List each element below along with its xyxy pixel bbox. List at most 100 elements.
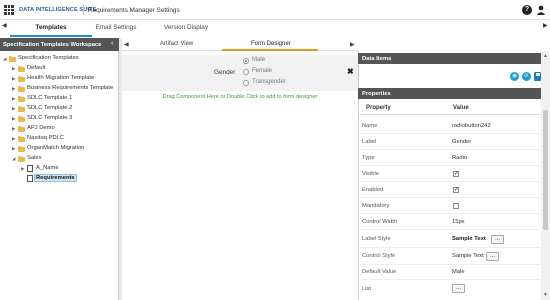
prop-control-width-value[interactable]: 15px	[452, 219, 465, 225]
tree-item[interactable]: SDLC Template 1	[27, 95, 72, 101]
prop-name-label: Name	[362, 123, 378, 129]
folder-icon	[18, 95, 25, 102]
prop-control-style-label: Control Style	[362, 253, 396, 259]
prop-label-style-value: Sample Text	[452, 236, 486, 242]
document-icon	[27, 175, 33, 182]
remove-field-icon[interactable]: ✖	[347, 67, 354, 76]
collapse-icon[interactable]: ▶	[12, 116, 15, 122]
save-icon[interactable]	[534, 72, 541, 81]
expand-icon[interactable]: ◢	[12, 156, 15, 162]
folder-icon	[9, 55, 16, 62]
folder-icon	[18, 65, 25, 72]
workspace-title: Specification Templates Workspace	[0, 38, 119, 51]
prop-enabled-label: Enabled	[362, 187, 384, 193]
folder-icon	[18, 155, 25, 162]
tree-item[interactable]: SDLC Template 3	[27, 115, 72, 121]
app-name: DATA INTELLIGENCE SUITE	[19, 7, 97, 13]
tab-scroll-left-icon[interactable]: ◀	[2, 22, 7, 29]
tree-item[interactable]: Health Migration Template	[27, 75, 94, 81]
collapse-icon[interactable]: ▶	[12, 96, 15, 102]
properties-header: Properties	[358, 88, 541, 99]
collapse-icon[interactable]: ▶	[12, 66, 15, 72]
folder-icon	[18, 85, 25, 92]
tab-artifact-view[interactable]: Artifact View	[160, 41, 193, 47]
tab-form-designer[interactable]: Form Designer	[251, 41, 291, 47]
prop-label-style-label: Label Style	[362, 236, 391, 242]
row-divider	[358, 213, 541, 214]
tree-item[interactable]: A_Name	[36, 165, 59, 171]
column-header-value: Value	[453, 105, 469, 111]
tab-scroll-right-icon[interactable]: ▶	[543, 22, 548, 29]
tree-root[interactable]: Specification Templates	[18, 55, 79, 61]
sub-tab-scroll-right-icon[interactable]: ▶	[350, 41, 355, 48]
prop-type-value: Radio	[452, 155, 468, 161]
tab-templates[interactable]: Templates	[10, 24, 92, 31]
tab-email-settings[interactable]: Email Settings	[92, 24, 140, 31]
collapse-icon[interactable]: ▶	[12, 106, 15, 112]
tree-item[interactable]: Default	[27, 65, 45, 71]
sub-tab-scroll-left-icon[interactable]: ◀	[124, 41, 129, 48]
tree-item[interactable]: Business Requirements Template	[27, 85, 113, 91]
collapse-icon[interactable]: ▶	[12, 136, 15, 142]
label-style-button[interactable]: ...	[491, 235, 504, 244]
scroll-down-icon[interactable]: ▼	[543, 292, 548, 298]
radio-transgender[interactable]	[243, 80, 249, 86]
document-icon	[27, 165, 33, 172]
folder-icon	[18, 115, 25, 122]
control-style-button[interactable]: ...	[486, 252, 499, 261]
prop-control-width-label: Control Width	[362, 219, 398, 225]
row-divider	[358, 247, 541, 248]
form-field-row[interactable]	[122, 55, 358, 91]
prop-name-value[interactable]: radiobutton242	[452, 123, 491, 129]
collapse-icon[interactable]: ▶	[12, 76, 15, 82]
collapse-icon[interactable]: ▶	[21, 166, 24, 172]
scroll-up-icon[interactable]: ▲	[543, 53, 548, 59]
radio-female[interactable]	[243, 69, 249, 75]
folder-icon	[18, 105, 25, 112]
list-button[interactable]: ...	[452, 284, 465, 293]
mandatory-checkbox[interactable]	[453, 203, 459, 209]
app-grid-icon[interactable]	[4, 5, 14, 15]
add-data-item-icon[interactable]: ◉	[510, 72, 519, 81]
folder-icon	[18, 125, 25, 132]
workspace-tree: ◢ Specification Templates ▶ Default ▶ He…	[0, 54, 119, 189]
header-divider	[83, 5, 84, 15]
tree-item-selected[interactable]: Requirements	[34, 174, 77, 182]
collapse-panel-icon[interactable]: ‹	[111, 40, 113, 47]
row-divider	[358, 165, 541, 166]
field-label: Gender	[214, 69, 236, 76]
tree-item[interactable]: OrganMatch Migration	[27, 145, 84, 151]
page-title: Requirements Manager Settings	[88, 6, 180, 14]
tree-item[interactable]: Sales	[27, 155, 42, 161]
visible-checkbox[interactable]: ✓	[453, 171, 459, 177]
row-divider	[358, 264, 541, 265]
enabled-checkbox[interactable]: ✓	[453, 187, 459, 193]
tree-item[interactable]: APJ Demo	[27, 125, 55, 131]
tree-item[interactable]: SDLC Template 2	[27, 105, 72, 111]
collapse-icon[interactable]: ▶	[12, 146, 15, 152]
radio-label: Male	[252, 57, 266, 63]
prop-label-value[interactable]: Gender	[452, 139, 471, 145]
prop-list-label: List	[362, 286, 372, 292]
tree-item[interactable]: Nasdaq PDLC	[27, 135, 64, 141]
help-icon[interactable]: ?	[522, 5, 532, 15]
folder-icon	[18, 135, 25, 142]
user-icon[interactable]	[536, 5, 546, 15]
active-tab-underline	[10, 35, 92, 37]
data-items-header: Data Items	[358, 53, 541, 64]
scrollbar-thumb[interactable]	[543, 110, 548, 230]
prop-visible-label: Visible	[362, 171, 379, 177]
prop-type-label: Type	[362, 155, 375, 161]
expand-icon[interactable]: ◢	[3, 56, 6, 62]
collapse-icon[interactable]: ▶	[12, 126, 15, 132]
radio-male[interactable]	[243, 58, 249, 64]
prop-control-style-value: Sample Text	[452, 253, 484, 259]
collapse-icon[interactable]: ▶	[12, 86, 15, 92]
refresh-icon[interactable]: ⟳	[522, 72, 531, 81]
tab-version-display[interactable]: Version Display	[160, 24, 212, 31]
prop-label-label: Label	[362, 139, 377, 145]
prop-default-value-value[interactable]: Male	[452, 269, 465, 275]
row-divider	[358, 197, 541, 198]
row-divider	[358, 149, 541, 150]
row-divider	[358, 279, 541, 280]
